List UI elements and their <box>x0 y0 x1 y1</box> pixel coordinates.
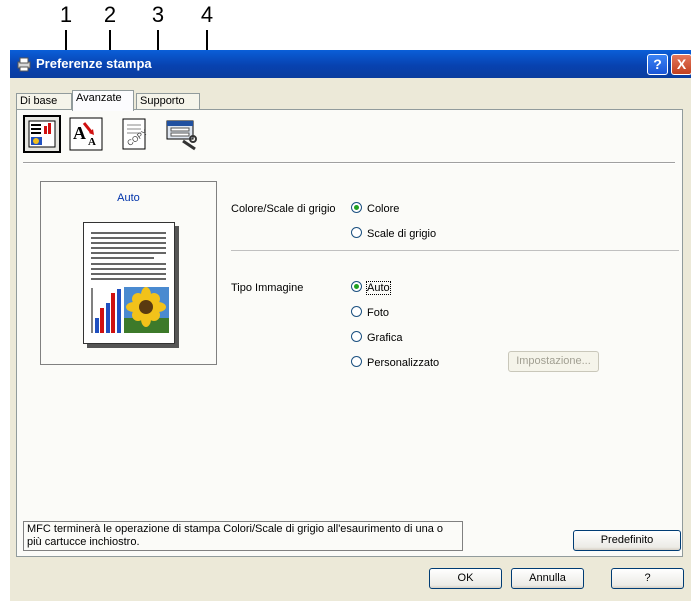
radio-color[interactable] <box>351 202 362 213</box>
window-title: Preferenze stampa <box>36 56 152 71</box>
radio-color-label[interactable]: Colore <box>367 203 399 215</box>
copy-watermark-icon: COPY <box>122 118 150 150</box>
toolbar-separator <box>23 162 675 164</box>
device-options-button[interactable] <box>163 115 201 153</box>
help-title-button[interactable]: ? <box>647 54 668 75</box>
radio-personalizzato[interactable] <box>351 356 362 367</box>
preview-label: Auto <box>117 192 140 204</box>
tab-di-base[interactable]: Di base <box>16 93 72 110</box>
font-scaling-button[interactable]: A A <box>67 115 105 153</box>
callout-number: 1 <box>59 2 73 27</box>
radio-auto[interactable] <box>351 281 362 292</box>
svg-text:A: A <box>73 123 86 143</box>
radio-personalizzato-label[interactable]: Personalizzato <box>367 357 439 369</box>
svg-text:A: A <box>88 136 96 148</box>
close-button[interactable]: X <box>671 54 691 75</box>
radio-grayscale[interactable] <box>351 227 362 238</box>
radio-foto-label[interactable]: Foto <box>367 307 389 319</box>
group-divider <box>231 250 679 251</box>
radio-grafica-label[interactable]: Grafica <box>367 332 402 344</box>
tab-avanzate[interactable]: Avanzate <box>72 90 134 111</box>
callout-number: 2 <box>103 2 117 27</box>
title-bar[interactable]: Preferenze stampa ? X <box>10 50 691 78</box>
image-type-label: Tipo Immagine <box>231 282 304 294</box>
color-quality-icon <box>28 120 56 148</box>
page-preview-image <box>83 222 175 344</box>
default-button[interactable]: Predefinito <box>573 530 681 551</box>
ok-button[interactable]: OK <box>429 568 502 589</box>
copy-watermark-button[interactable]: COPY <box>115 115 153 153</box>
radio-auto-label[interactable]: Auto <box>366 281 391 295</box>
color-quality-button[interactable] <box>23 115 61 153</box>
cancel-button[interactable]: Annulla <box>511 568 584 589</box>
advanced-panel: A A COPY Auto Colore/Scale di grigio Col… <box>16 109 683 557</box>
printer-icon <box>17 57 31 72</box>
help-button[interactable]: ? <box>611 568 684 589</box>
ink-warning-note: MFC terminerà le operazione di stampa Co… <box>23 521 463 551</box>
color-mode-label: Colore/Scale di grigio <box>231 203 336 215</box>
device-options-icon <box>166 120 197 151</box>
settings-button[interactable]: Impostazione... <box>508 351 599 372</box>
print-preferences-dialog: Preferenze stampa ? X Di base Avanzate S… <box>10 50 691 601</box>
font-scaling-icon: A A <box>69 117 103 151</box>
callout-number: 4 <box>200 2 214 27</box>
tab-supporto[interactable]: Supporto <box>136 93 200 110</box>
preview-box: Auto <box>40 181 217 365</box>
radio-foto[interactable] <box>351 306 362 317</box>
radio-grayscale-label[interactable]: Scale di grigio <box>367 228 436 240</box>
callout-number: 3 <box>151 2 165 27</box>
radio-grafica[interactable] <box>351 331 362 342</box>
